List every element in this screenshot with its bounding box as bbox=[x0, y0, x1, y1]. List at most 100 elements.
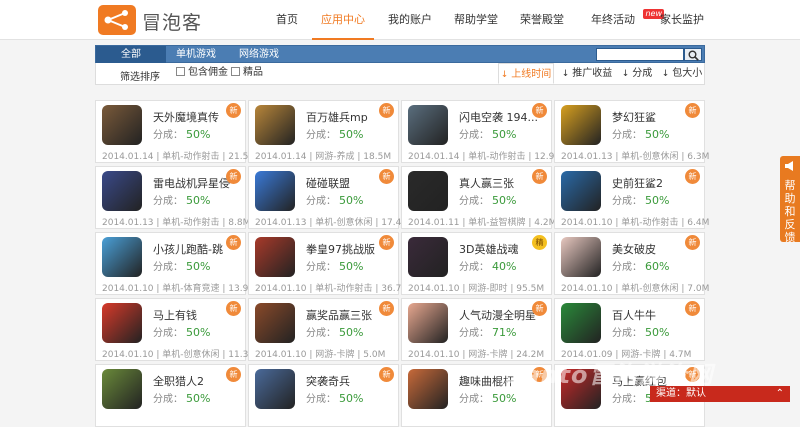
nav-item[interactable]: 帮助学堂 bbox=[446, 0, 506, 40]
checkbox-box[interactable] bbox=[231, 67, 240, 76]
channel-bar[interactable]: 渠道：默认 ⌃ bbox=[650, 386, 790, 402]
app-card[interactable]: 史前狂鲨2 分成： 50% 2014.01.10 | 单机-动作射击 | 6.4M 新 bbox=[554, 166, 709, 229]
app-title[interactable]: 真人赢三张 bbox=[459, 175, 539, 191]
sort-option[interactable]: ↓ 包大小 bbox=[660, 63, 704, 84]
app-icon[interactable] bbox=[561, 171, 601, 211]
search-button[interactable] bbox=[684, 48, 702, 61]
app-card[interactable]: 赢奖品赢三张 分成： 50% 2014.01.10 | 网游-卡牌 | 5.0M 新 bbox=[248, 298, 399, 361]
app-share: 分成：50% bbox=[612, 192, 669, 207]
app-icon[interactable] bbox=[255, 303, 295, 343]
nav-item[interactable]: 荣誉殿堂 bbox=[513, 0, 571, 40]
filter-tab[interactable]: 单机游戏 bbox=[166, 46, 226, 63]
sort-option[interactable]: ↓ 分成 bbox=[618, 63, 656, 84]
app-icon[interactable] bbox=[408, 105, 448, 145]
app-title[interactable]: 拳皇97挑战版 bbox=[306, 241, 386, 257]
app-icon[interactable] bbox=[255, 369, 295, 409]
logo-text: 冒泡客 bbox=[142, 12, 203, 34]
app-card[interactable]: 百万雄兵mp 分成： 50% 2014.01.14 | 网游-养成 | 18.5M 新 bbox=[248, 100, 399, 163]
app-title[interactable]: 闪电空袭 194... bbox=[459, 109, 539, 125]
app-title[interactable]: 百人牛牛 bbox=[612, 307, 692, 323]
app-card[interactable]: 美女破皮 分成： 60% 2014.01.10 | 单机-创意休闲 | 7.0M 新 bbox=[554, 232, 709, 295]
filter-tab[interactable]: 全部 bbox=[96, 46, 166, 63]
app-icon[interactable] bbox=[102, 369, 142, 409]
nav-item[interactable]: 我的账户 bbox=[381, 0, 439, 40]
checkbox-box[interactable] bbox=[176, 67, 185, 76]
search-input[interactable] bbox=[596, 48, 684, 61]
new-badge: 新 bbox=[379, 169, 394, 184]
app-card[interactable]: 拳皇97挑战版 分成： 50% 2014.01.10 | 单机-动作射击 | 36.7… bbox=[248, 232, 409, 295]
app-title[interactable]: 美女破皮 bbox=[612, 241, 692, 257]
app-title[interactable]: 突袭奇兵 bbox=[306, 373, 386, 389]
app-card[interactable]: 百人牛牛 分成： 50% 2014.01.09 | 网游-卡牌 | 4.7M 新 bbox=[554, 298, 705, 361]
nav-item[interactable]: 家长监护 bbox=[656, 0, 708, 40]
sort-option-label: 上线时间 bbox=[511, 69, 552, 80]
nav-item[interactable]: 首页 bbox=[262, 0, 312, 40]
app-title[interactable]: 梦幻狂鲨 bbox=[612, 109, 692, 125]
app-icon[interactable] bbox=[408, 171, 448, 211]
sort-option[interactable]: ↓ 上线时间 bbox=[498, 63, 554, 84]
share-label: 分成： bbox=[612, 262, 642, 273]
app-icon[interactable] bbox=[102, 303, 142, 343]
share-label: 分成： bbox=[306, 262, 336, 273]
app-card[interactable]: 闪电空袭 194... 分成： 50% 2014.01.14 | 单机-动作射击 | … bbox=[401, 100, 562, 163]
logo[interactable]: 冒泡客 bbox=[98, 5, 238, 35]
app-title[interactable]: 全职猎人2 bbox=[153, 373, 233, 389]
app-card[interactable]: 全职猎人2 分成： 50% 新 bbox=[95, 364, 246, 427]
app-icon[interactable] bbox=[255, 105, 295, 145]
app-title[interactable]: 史前狂鲨2 bbox=[612, 175, 692, 191]
app-title[interactable]: 3D英雄战魂 bbox=[459, 241, 539, 257]
app-meta: 2014.01.13 | 单机-动作射击 | 8.8M bbox=[102, 218, 251, 228]
app-title[interactable]: 赢奖品赢三张 bbox=[306, 307, 386, 323]
app-share: 分成：50% bbox=[153, 192, 210, 207]
nav-item[interactable]: 年终活动 new bbox=[582, 0, 664, 40]
nav-item-label: 帮助学堂 bbox=[454, 13, 498, 26]
app-icon[interactable] bbox=[408, 369, 448, 409]
share-value: 40% bbox=[492, 260, 517, 273]
help-feedback-tab[interactable]: 帮助和反馈 bbox=[780, 156, 800, 244]
app-meta: 2014.01.10 | 网游-即时 | 95.5M bbox=[408, 284, 545, 294]
app-card[interactable]: 天外魔境真传 分成： 50% 2014.01.14 | 单机-动作射击 | 21.5M… bbox=[95, 100, 256, 163]
app-card[interactable]: 突袭奇兵 分成： 50% 新 bbox=[248, 364, 399, 427]
app-card[interactable]: 碰碰联盟 分成： 50% 2014.01.13 | 单机-创意休闲 | 17.4M 新 bbox=[248, 166, 409, 229]
app-icon[interactable] bbox=[561, 303, 601, 343]
new-badge: 新 bbox=[379, 301, 394, 316]
app-icon[interactable] bbox=[408, 237, 448, 277]
filter-tab[interactable]: 网络游戏 bbox=[228, 46, 290, 63]
nav-item-label: 应用中心 bbox=[321, 13, 365, 26]
app-share: 分成：50% bbox=[459, 126, 516, 141]
app-icon[interactable] bbox=[102, 237, 142, 277]
nav-item[interactable]: 应用中心 bbox=[312, 0, 374, 40]
app-title[interactable]: 小孩儿跑酷-跳 bbox=[153, 241, 233, 257]
app-card[interactable]: 雷电战机异星侵 分成： 50% 2014.01.13 | 单机-动作射击 | 8.8M… bbox=[95, 166, 250, 229]
sort-option[interactable]: ↓ 推广收益 bbox=[558, 63, 616, 84]
app-card[interactable]: 小孩儿跑酷-跳 分成： 50% 2014.01.10 | 单机-体育竞速 | 13.9… bbox=[95, 232, 256, 295]
app-share: 分成： 40% bbox=[459, 258, 516, 273]
app-title[interactable]: 雷电战机异星侵 bbox=[153, 175, 233, 191]
filter-checkbox[interactable]: 精品 bbox=[231, 67, 263, 81]
nav-item-label: 家长监护 bbox=[660, 13, 704, 26]
filter-checkbox[interactable]: 包含佣金 bbox=[176, 67, 228, 81]
app-icon[interactable] bbox=[255, 237, 295, 277]
app-card[interactable]: 马上有钱 分成： 50% 2014.01.10 | 单机-创意休闲 | 11.3M 新 bbox=[95, 298, 256, 361]
app-card[interactable]: 梦幻狂鲨 分成： 50% 2014.01.13 | 单机-创意休闲 | 6.3M 新 bbox=[554, 100, 709, 163]
share-label: 分成： bbox=[459, 262, 489, 273]
app-title[interactable]: 百万雄兵mp bbox=[306, 109, 386, 125]
app-card[interactable]: 3D英雄战魂 分成： 40% 2014.01.10 | 网游-即时 | 95.5M 精 bbox=[401, 232, 552, 295]
app-icon[interactable] bbox=[102, 171, 142, 211]
app-title[interactable]: 马上有钱 bbox=[153, 307, 233, 323]
nav-item-label: 我的账户 bbox=[388, 13, 432, 26]
app-icon[interactable] bbox=[255, 171, 295, 211]
app-icon[interactable] bbox=[561, 105, 601, 145]
new-badge: 新 bbox=[685, 103, 700, 118]
megaphone-icon bbox=[780, 160, 800, 175]
app-card[interactable]: 人气动漫全明星 分成： 71% 2014.01.10 | 网游-卡牌 | 24.2M 新 bbox=[401, 298, 552, 361]
app-icon[interactable] bbox=[408, 303, 448, 343]
app-title[interactable]: 人气动漫全明星 bbox=[459, 307, 539, 323]
app-card[interactable]: 真人赢三张 分成： 50% 2014.01.11 | 单机-益智棋牌 | 4.2M 新 bbox=[401, 166, 556, 229]
new-badge: 新 bbox=[685, 235, 700, 250]
sort-option-label: 推广收益 bbox=[572, 68, 613, 79]
app-title[interactable]: 天外魔境真传 bbox=[153, 109, 233, 125]
app-icon[interactable] bbox=[102, 105, 142, 145]
app-title[interactable]: 碰碰联盟 bbox=[306, 175, 386, 191]
app-icon[interactable] bbox=[561, 237, 601, 277]
